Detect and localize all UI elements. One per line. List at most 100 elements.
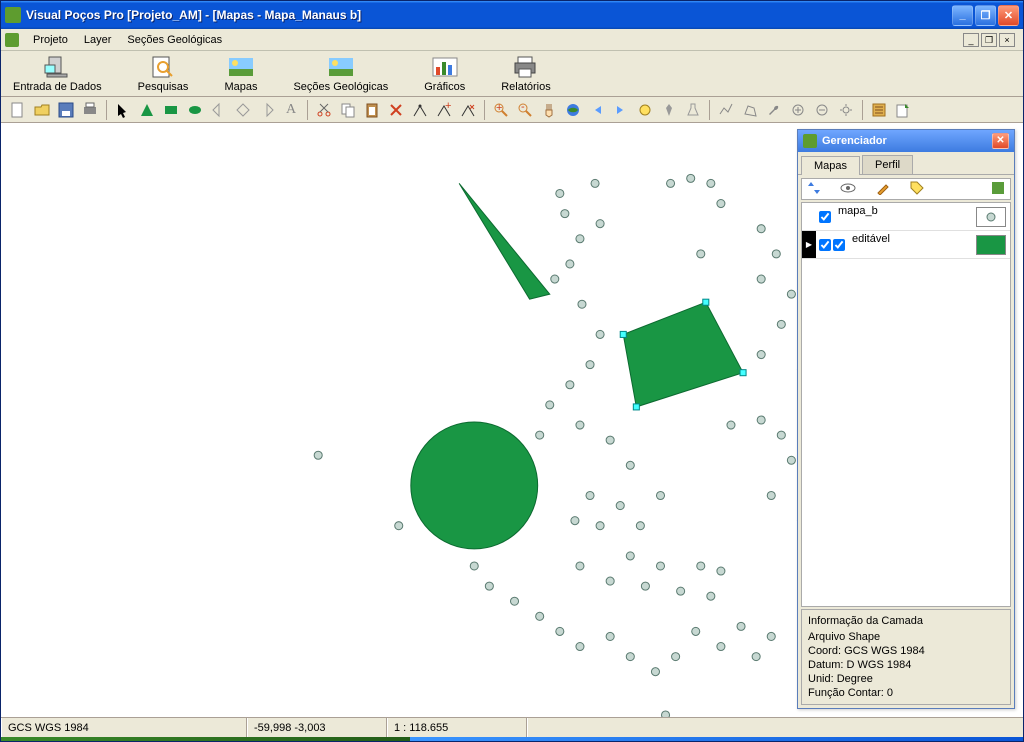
zoom-in-icon[interactable]: + (490, 99, 512, 121)
pan-icon[interactable] (538, 99, 560, 121)
maximize-button[interactable]: ❐ (975, 5, 996, 26)
statusbar: GCS WGS 1984 -59,998 -3,003 1 : 118.655 (1, 717, 1023, 737)
rect-icon[interactable] (160, 99, 182, 121)
triangle-icon[interactable] (136, 99, 158, 121)
layer-add-icon[interactable] (992, 182, 1004, 197)
diamond-icon[interactable] (232, 99, 254, 121)
list-icon[interactable] (868, 99, 890, 121)
computer-icon (43, 54, 71, 80)
taskbar-strip (1, 737, 1023, 741)
print-icon[interactable] (79, 99, 101, 121)
order-icon[interactable] (808, 181, 820, 198)
pencil-icon (876, 181, 890, 198)
layer-info-box: Informação da Camada Arquivo Shape Coord… (801, 609, 1011, 705)
btn-pesquisas[interactable]: Pesquisas (130, 52, 197, 95)
copy-icon[interactable] (337, 99, 359, 121)
row-selector (802, 203, 816, 230)
layer-row[interactable]: mapa_b (802, 203, 1010, 231)
arrow-left-icon[interactable] (586, 99, 608, 121)
btn-mapas[interactable]: Mapas (216, 52, 265, 95)
save-icon[interactable] (55, 99, 77, 121)
eye-icon (840, 183, 856, 196)
btn-relatorios[interactable]: Relatórios (493, 52, 559, 95)
app-icon (5, 7, 21, 23)
btn-label: Gráficos (424, 81, 465, 93)
new-icon[interactable] (7, 99, 29, 121)
mdi-minimize[interactable]: _ (963, 33, 979, 47)
svg-text:-: - (521, 102, 525, 113)
panel-close-button[interactable]: ✕ (992, 133, 1009, 149)
polygon-icon[interactable] (739, 99, 761, 121)
paste-icon[interactable] (361, 99, 383, 121)
info-line: Arquivo Shape (808, 630, 1004, 644)
globe-icon[interactable] (562, 99, 584, 121)
circle-plus-icon[interactable] (787, 99, 809, 121)
diamond-right-icon[interactable] (256, 99, 278, 121)
layer-name: editável (848, 231, 976, 245)
status-coord-system: GCS WGS 1984 (1, 718, 247, 737)
info-line: Unid: Degree (808, 672, 1004, 686)
identify-icon[interactable] (634, 99, 656, 121)
pin-icon[interactable] (658, 99, 680, 121)
landscape-icon (227, 54, 255, 80)
flask-icon[interactable] (682, 99, 704, 121)
layer-swatch[interactable] (976, 207, 1006, 227)
row-selector: ▶ (802, 231, 816, 258)
main-toolbar: Entrada de Dados Pesquisas Mapas Seções … (1, 51, 1023, 97)
minimize-button[interactable]: _ (952, 5, 973, 26)
ellipse-icon[interactable] (184, 99, 206, 121)
btn-entrada-dados[interactable]: Entrada de Dados (5, 52, 110, 95)
editable-checkbox[interactable] (833, 239, 845, 251)
menu-secoes[interactable]: Seções Geológicas (119, 32, 230, 48)
svg-text:+: + (496, 102, 502, 114)
pointer-icon[interactable] (112, 99, 134, 121)
info-line: Datum: D WGS 1984 (808, 658, 1004, 672)
wrench-icon[interactable] (763, 99, 785, 121)
gear-arrows-icon[interactable] (835, 99, 857, 121)
info-line: Função Contar: 0 (808, 686, 1004, 700)
triangle-shape (459, 183, 550, 299)
tab-mapas[interactable]: Mapas (801, 156, 860, 175)
polyline-icon[interactable] (715, 99, 737, 121)
circle-minus-icon[interactable] (811, 99, 833, 121)
mdi-restore[interactable]: ❐ (981, 33, 997, 47)
btn-secoes-geologicas[interactable]: Seções Geológicas (285, 52, 396, 95)
layer-row[interactable]: ▶ editável (802, 231, 1010, 259)
text-icon[interactable]: A (280, 99, 302, 121)
node-edit-icon[interactable] (409, 99, 431, 121)
manager-panel: Gerenciador ✕ Mapas Perfil (797, 129, 1015, 709)
info-heading: Informação da Camada (808, 614, 1004, 630)
svg-text:+: + (445, 102, 451, 112)
delete-icon[interactable] (385, 99, 407, 121)
layer-header-row (801, 178, 1011, 200)
diamond-left-icon[interactable] (208, 99, 230, 121)
zoom-out-icon[interactable]: - (514, 99, 536, 121)
export-icon[interactable] (892, 99, 914, 121)
visible-checkbox[interactable] (819, 239, 831, 251)
btn-label: Mapas (224, 81, 257, 93)
mdi-close[interactable]: × (999, 33, 1015, 47)
panel-titlebar[interactable]: Gerenciador ✕ (798, 130, 1014, 152)
visible-checkbox[interactable] (819, 211, 831, 223)
btn-graficos[interactable]: Gráficos (416, 52, 473, 95)
status-spacer (527, 718, 1023, 737)
open-icon[interactable] (31, 99, 53, 121)
cut-icon[interactable] (313, 99, 335, 121)
map-canvas-area[interactable]: Gerenciador ✕ Mapas Perfil (1, 123, 1023, 717)
node-add-icon[interactable]: + (433, 99, 455, 121)
panel-icon (803, 134, 817, 148)
node-del-icon[interactable] (457, 99, 479, 121)
scatter-points (314, 174, 846, 717)
menu-projeto[interactable]: Projeto (25, 32, 76, 48)
tab-perfil[interactable]: Perfil (862, 155, 913, 174)
layer-name: mapa_b (834, 203, 976, 217)
close-button[interactable]: ✕ (998, 5, 1019, 26)
info-line: Coord: GCS WGS 1984 (808, 644, 1004, 658)
menu-layer[interactable]: Layer (76, 32, 120, 48)
app-icon-small (5, 33, 19, 47)
arrow-right-icon[interactable] (610, 99, 632, 121)
printer-icon (512, 54, 540, 80)
status-scale: 1 : 118.655 (387, 718, 527, 737)
panel-title-text: Gerenciador (822, 135, 887, 147)
layer-swatch[interactable] (976, 235, 1006, 255)
